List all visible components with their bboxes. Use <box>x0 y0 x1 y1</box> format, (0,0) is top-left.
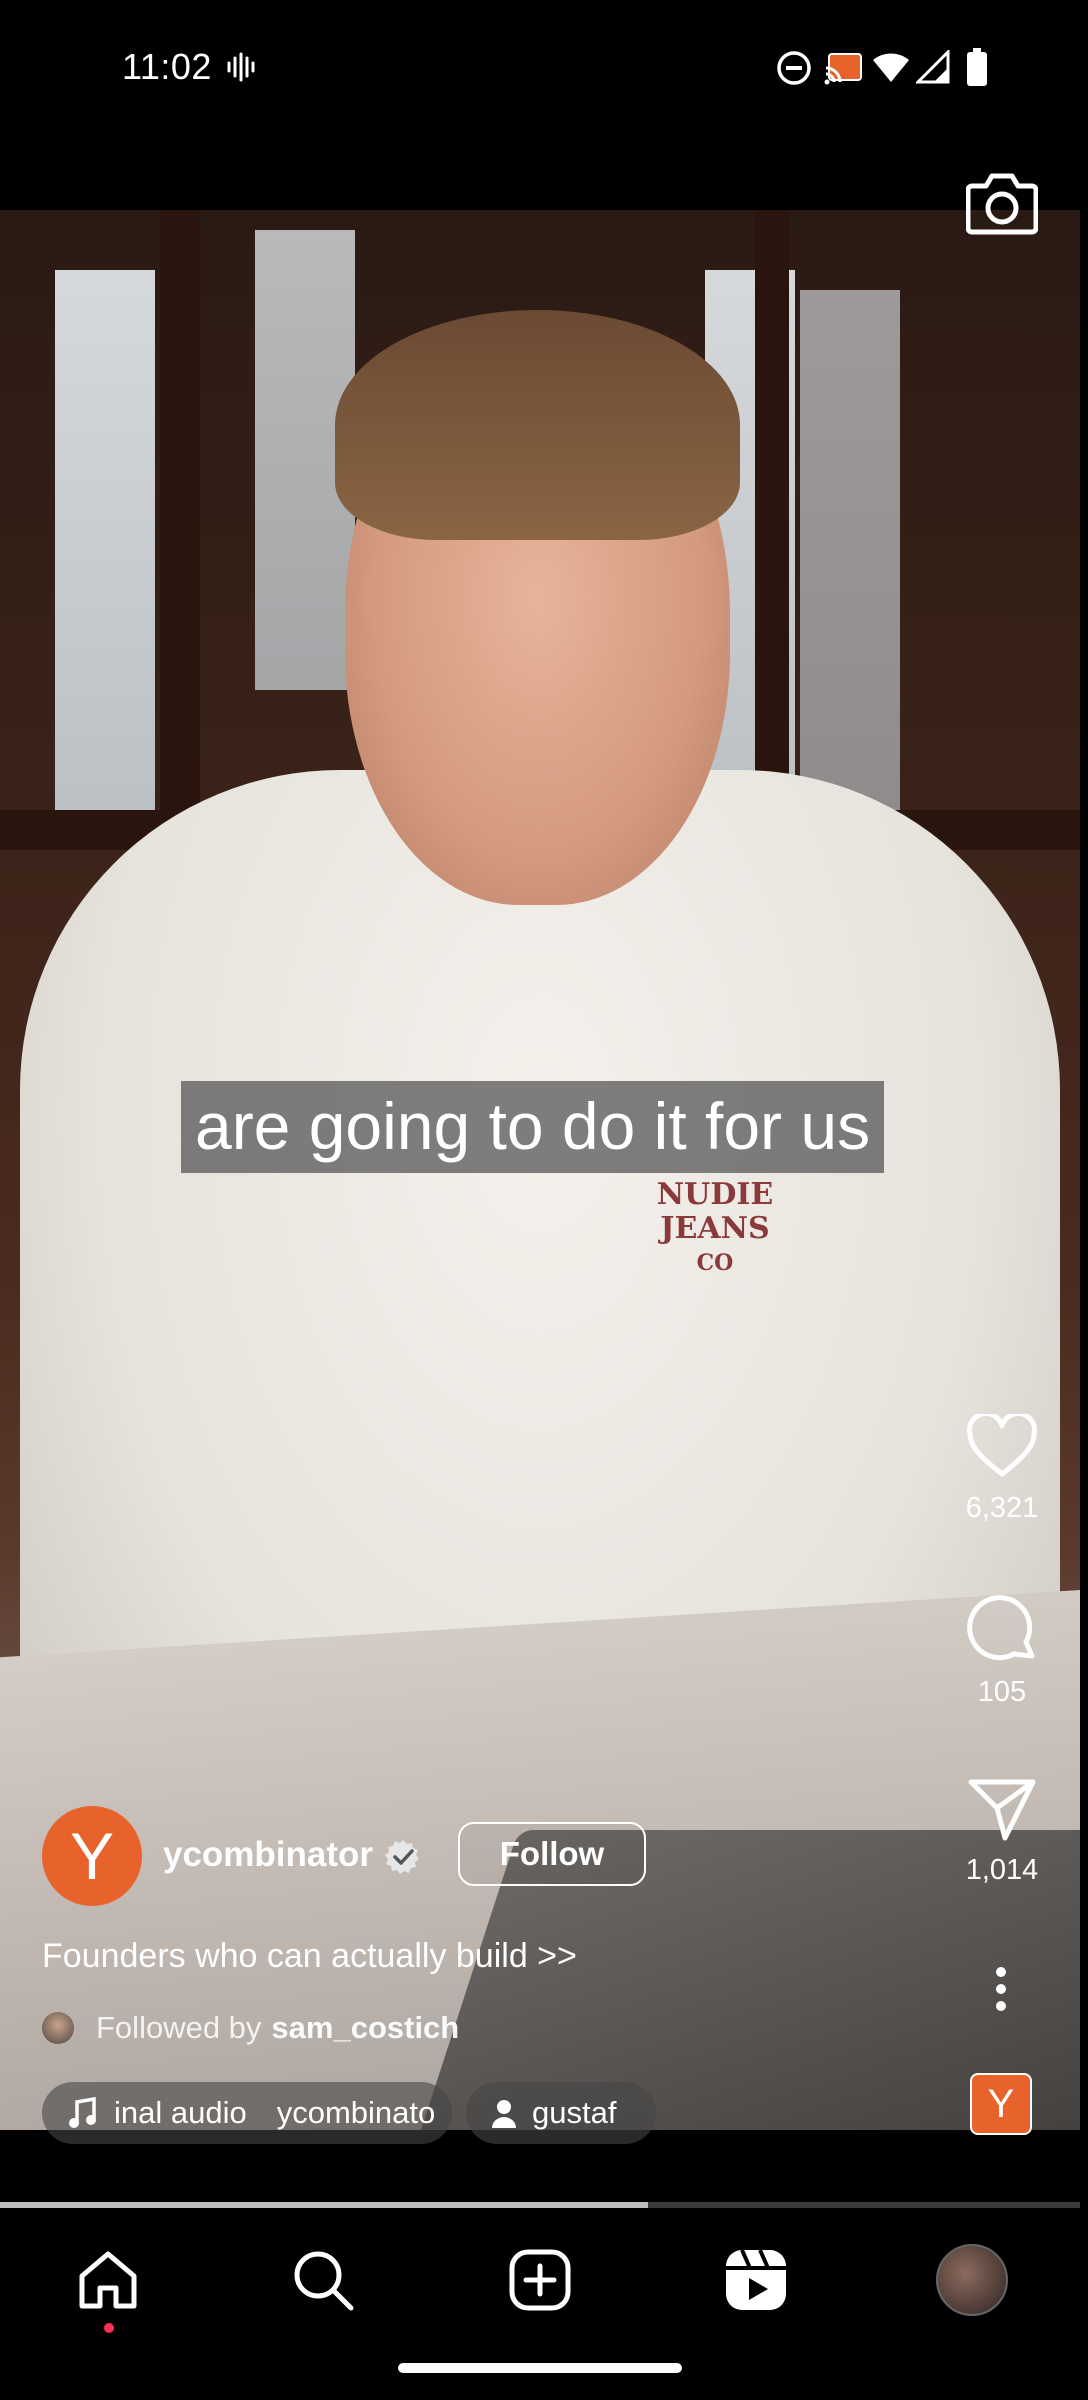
follow-button[interactable]: Follow <box>458 1822 646 1886</box>
window-pane <box>55 270 155 810</box>
home-notification-dot <box>104 2323 114 2333</box>
video-caption: are going to do it for us <box>181 1081 885 1173</box>
followed-by-user: sam_costich <box>271 2010 460 2045</box>
like-button[interactable]: 6,321 <box>956 1414 1048 1525</box>
audio-owner: ycombinato <box>276 2095 436 2130</box>
home-icon <box>79 2251 137 2309</box>
camera-icon[interactable] <box>966 170 1038 236</box>
cast-icon <box>824 53 862 85</box>
shirt-print: NUDIE JEANS CO <box>655 1178 775 1280</box>
followed-by-label: Followed by <box>96 2010 262 2045</box>
signal-icon <box>916 50 950 84</box>
battery-icon <box>967 48 987 86</box>
nav-search[interactable] <box>283 2240 363 2320</box>
nav-profile[interactable] <box>932 2240 1012 2320</box>
comment-count: 105 <box>977 1676 1027 1708</box>
audio-pill[interactable]: inal audio ycombinato <box>42 2082 452 2144</box>
send-icon <box>968 1779 1036 1841</box>
nav-create[interactable] <box>500 2240 580 2320</box>
comment-icon <box>967 1595 1035 1661</box>
window-pane <box>800 290 900 810</box>
vibrate-icon <box>227 52 255 82</box>
author-username[interactable]: ycombinator <box>163 1835 373 1875</box>
followed-by[interactable]: Followed by sam_costich <box>42 2010 459 2046</box>
create-icon <box>509 2249 571 2311</box>
author-avatar[interactable]: Y <box>42 1806 142 1906</box>
audio-title: inal audio <box>114 2095 247 2130</box>
shirt-print-line: NUDIE <box>656 1177 774 1212</box>
person-icon <box>492 2100 516 2128</box>
tagged-user-pill[interactable]: gustaf <box>466 2082 656 2144</box>
status-bar: 11:02 <box>0 0 1088 135</box>
shirt-print-line: CO <box>696 1250 734 1276</box>
heart-icon <box>967 1414 1037 1477</box>
audio-thumbnail[interactable]: Y <box>970 2073 1032 2135</box>
like-count: 6,321 <box>965 1492 1039 1524</box>
verified-badge-icon <box>385 1840 419 1874</box>
dnd-icon <box>777 51 811 85</box>
profile-avatar <box>936 2244 1008 2316</box>
nav-reels[interactable] <box>716 2240 796 2320</box>
reels-icon <box>726 2249 786 2310</box>
music-note-icon <box>69 2097 96 2128</box>
follower-avatar <box>42 2012 74 2044</box>
wifi-icon <box>873 53 909 82</box>
more-options-icon[interactable] <box>991 1966 1011 2012</box>
share-button[interactable]: 1,014 <box>956 1776 1048 1887</box>
post-description[interactable]: Founders who can actually build >> <box>42 1937 577 1976</box>
tagged-user: gustaf <box>532 2095 617 2130</box>
person-hair <box>335 310 740 540</box>
share-count: 1,014 <box>965 1854 1039 1886</box>
nav-home[interactable] <box>68 2240 148 2320</box>
comment-button[interactable]: 105 <box>956 1594 1048 1709</box>
search-icon <box>294 2251 354 2311</box>
shirt-print-line: JEANS <box>660 1211 770 1246</box>
clock: 11:02 <box>122 46 212 87</box>
gesture-handle <box>398 2363 682 2373</box>
